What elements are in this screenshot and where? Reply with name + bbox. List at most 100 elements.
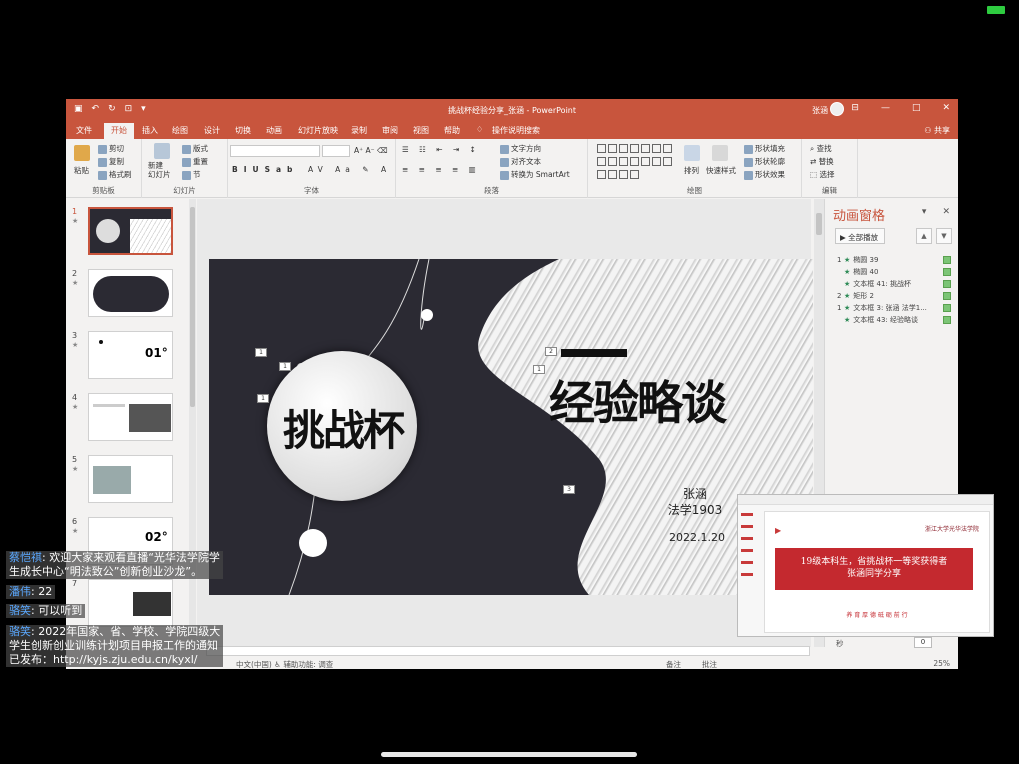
thumbnail-slide-4[interactable]: [88, 393, 173, 441]
animation-item[interactable]: 2 ★ 矩形 2: [837, 291, 955, 302]
thumbnail-slide-5[interactable]: [88, 455, 173, 503]
move-up-icon[interactable]: ▲: [916, 228, 932, 244]
format-painter-icon: [98, 170, 107, 180]
thumbnail-slide-1[interactable]: [88, 207, 173, 255]
chat-user[interactable]: 蔡恺祺: [9, 551, 42, 564]
anim-star-icon: ★: [72, 403, 79, 411]
smartart-icon: [500, 170, 509, 180]
current-slide[interactable]: 挑战杯 经验略谈 张涵 法学1903 2022.1.20 1 1 1 2 1 3: [209, 259, 813, 595]
layout-button[interactable]: 版式: [182, 143, 208, 154]
slide-dot: [299, 529, 327, 557]
notes-button[interactable]: 备注: [666, 659, 681, 669]
tab-animations[interactable]: 动画: [266, 125, 282, 136]
animation-item[interactable]: ★ 文本框 43: 经验略谈: [837, 315, 955, 326]
chat-message: 骆笑: 可以听到: [6, 604, 86, 618]
format-painter-button[interactable]: 格式刷: [98, 169, 132, 180]
quick-styles-icon[interactable]: [712, 145, 728, 161]
align-text-button[interactable]: 对齐文本: [500, 156, 541, 167]
anim-tag[interactable]: 2: [545, 347, 557, 356]
tab-file[interactable]: 文件: [76, 125, 92, 136]
chat-user[interactable]: 潘伟: [9, 585, 31, 598]
cut-button[interactable]: 剪切: [98, 143, 124, 154]
arrange-button[interactable]: 排列: [684, 165, 699, 176]
font-extra-buttons[interactable]: AV Aa ✎ A: [308, 165, 391, 174]
font-size-select[interactable]: [322, 145, 350, 157]
user-name[interactable]: 张涵: [812, 105, 828, 116]
animation-item[interactable]: 1 ★ 椭圆 39: [837, 255, 955, 266]
chat-user[interactable]: 骆笑: [9, 604, 31, 617]
lightbulb-icon: ♢: [476, 125, 484, 134]
text-direction-icon: [500, 144, 509, 154]
minimize-icon[interactable]: —: [881, 103, 890, 113]
anim-tag[interactable]: 1: [255, 348, 267, 357]
tab-design[interactable]: 设计: [204, 125, 220, 136]
tab-view[interactable]: 视图: [413, 125, 429, 136]
font-size-buttons[interactable]: A⁺ A⁻ ⌫: [354, 146, 388, 155]
new-slide-icon[interactable]: [154, 143, 170, 159]
anim-tag[interactable]: 1: [279, 362, 291, 371]
font-name-select[interactable]: [230, 145, 320, 157]
align-buttons[interactable]: ≡ ≡ ≡ ≡ ▥: [402, 165, 480, 174]
tab-help[interactable]: 帮助: [444, 125, 460, 136]
zoom-level[interactable]: 25%: [933, 659, 950, 668]
animation-item[interactable]: 1 ★ 文本框 3: 张涵 法学1...: [837, 303, 955, 314]
section-button[interactable]: 节: [182, 169, 201, 180]
tab-review[interactable]: 审阅: [382, 125, 398, 136]
new-slide-button[interactable]: 新建 幻灯片: [148, 161, 171, 179]
thumbnail-slide-3[interactable]: 01°: [88, 331, 173, 379]
close-icon[interactable]: ✕: [942, 207, 950, 217]
thumbnail-slide-2[interactable]: [88, 269, 173, 317]
move-down-icon[interactable]: ▼: [936, 228, 952, 244]
tab-insert[interactable]: 插入: [142, 125, 158, 136]
close-icon[interactable]: ✕: [942, 103, 950, 113]
play-all-button[interactable]: ▶ 全部播放: [835, 228, 885, 244]
quick-styles-button[interactable]: 快速样式: [706, 165, 736, 176]
anim-timing-bar: [943, 304, 951, 312]
seconds-zoom-input[interactable]: 0: [914, 637, 932, 648]
select-button[interactable]: ⬚ 选择: [810, 169, 834, 180]
list-buttons[interactable]: ☰ ☷ ⇤ ⇥ ↕: [402, 145, 480, 154]
share-button[interactable]: ⚇ 共享: [924, 125, 950, 136]
copy-button[interactable]: 复制: [98, 156, 124, 167]
reset-icon: [182, 157, 191, 167]
tab-home[interactable]: 开始: [104, 123, 134, 140]
tab-slideshow[interactable]: 幻灯片放映: [298, 125, 338, 136]
home-indicator[interactable]: [381, 752, 637, 757]
pip-video-window[interactable]: ▶ 浙江大学光华法学院 19级本科生，省挑战杯一等奖获得者 张涵同学分享 养 育…: [737, 494, 994, 637]
paste-icon[interactable]: [74, 145, 90, 161]
chat-user[interactable]: 骆笑: [9, 625, 31, 638]
shape-outline-button[interactable]: 形状轮廓: [744, 156, 785, 167]
anim-tag[interactable]: 3: [563, 485, 575, 494]
find-button[interactable]: ⌕ 查找: [810, 143, 832, 154]
status-language[interactable]: 中文(中国) ♿ 辅助功能: 调查: [236, 659, 333, 669]
shapes-gallery[interactable]: [596, 143, 676, 179]
thumb-number-3: 3: [72, 331, 78, 340]
arrange-icon[interactable]: [684, 145, 700, 161]
ribbon-display-icon[interactable]: ⊟: [851, 103, 859, 113]
text-direction-button[interactable]: 文字方向: [500, 143, 541, 154]
anim-tag[interactable]: 1: [257, 394, 269, 403]
animation-item[interactable]: ★ 椭圆 40: [837, 267, 955, 278]
smartart-button[interactable]: 转换为 SmartArt: [500, 169, 570, 180]
slide-dot: [421, 309, 433, 321]
reset-button[interactable]: 重置: [182, 156, 208, 167]
chevron-down-icon[interactable]: ▾: [922, 207, 927, 217]
font-format-buttons[interactable]: BIUSab: [232, 165, 298, 174]
paste-button[interactable]: 粘贴: [74, 165, 89, 176]
tell-me-search[interactable]: 操作说明搜索: [492, 125, 540, 136]
anim-item-label: 文本框 3: 张涵 法学1...: [853, 304, 927, 312]
thumbnail-slide-7[interactable]: [88, 579, 173, 627]
animation-item[interactable]: ★ 文本框 41: 挑战杯: [837, 279, 955, 290]
maximize-icon[interactable]: □: [912, 103, 921, 113]
tab-transitions[interactable]: 切换: [235, 125, 251, 136]
anim-tag[interactable]: 1: [533, 365, 545, 374]
comments-button[interactable]: 批注: [702, 659, 717, 669]
tab-record[interactable]: 录制: [351, 125, 367, 136]
thumbnail-scrollbar[interactable]: [189, 199, 196, 647]
horizontal-scrollbar[interactable]: [206, 646, 810, 656]
replace-button[interactable]: ⇄ 替换: [810, 156, 834, 167]
tab-draw[interactable]: 绘图: [172, 125, 188, 136]
shape-effects-button[interactable]: 形状效果: [744, 169, 785, 180]
avatar[interactable]: [830, 102, 844, 116]
shape-fill-button[interactable]: 形状填充: [744, 143, 785, 154]
